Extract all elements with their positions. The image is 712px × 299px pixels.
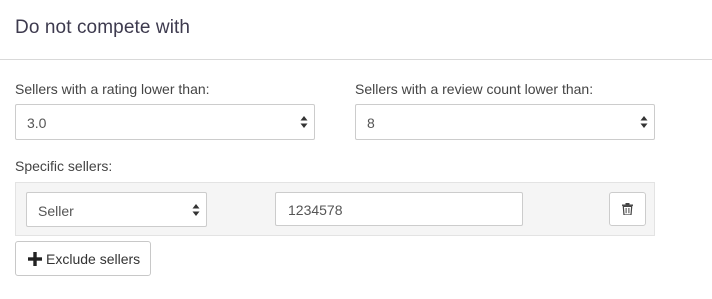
exclude-sellers-button[interactable]: Exclude sellers xyxy=(15,241,151,276)
select-arrows-icon xyxy=(300,116,308,128)
panel-header: Do not compete with xyxy=(0,0,712,60)
trash-icon xyxy=(622,203,633,215)
specific-sellers-label: Specific sellers: xyxy=(15,158,113,174)
rating-select-value: 3.0 xyxy=(27,115,47,131)
plus-icon xyxy=(28,252,42,266)
delete-seller-button[interactable] xyxy=(609,192,646,226)
seller-id-value: 1234578 xyxy=(288,202,343,218)
review-count-select[interactable]: 8 xyxy=(355,104,655,140)
do-not-compete-panel: Do not compete with Sellers with a ratin… xyxy=(0,0,712,299)
seller-row: Seller 1234578 xyxy=(15,182,655,236)
rating-select[interactable]: 3.0 xyxy=(15,104,315,140)
panel-title: Do not compete with xyxy=(15,17,191,38)
select-arrows-icon xyxy=(640,116,648,128)
seller-id-input[interactable]: 1234578 xyxy=(275,192,523,226)
select-arrows-icon xyxy=(192,204,200,216)
seller-type-select[interactable]: Seller xyxy=(26,192,207,227)
exclude-sellers-label: Exclude sellers xyxy=(46,251,141,267)
seller-type-value: Seller xyxy=(38,203,74,219)
rating-filter-label: Sellers with a rating lower than: xyxy=(15,81,210,97)
review-count-select-value: 8 xyxy=(367,115,375,131)
review-filter-label: Sellers with a review count lower than: xyxy=(355,81,594,97)
